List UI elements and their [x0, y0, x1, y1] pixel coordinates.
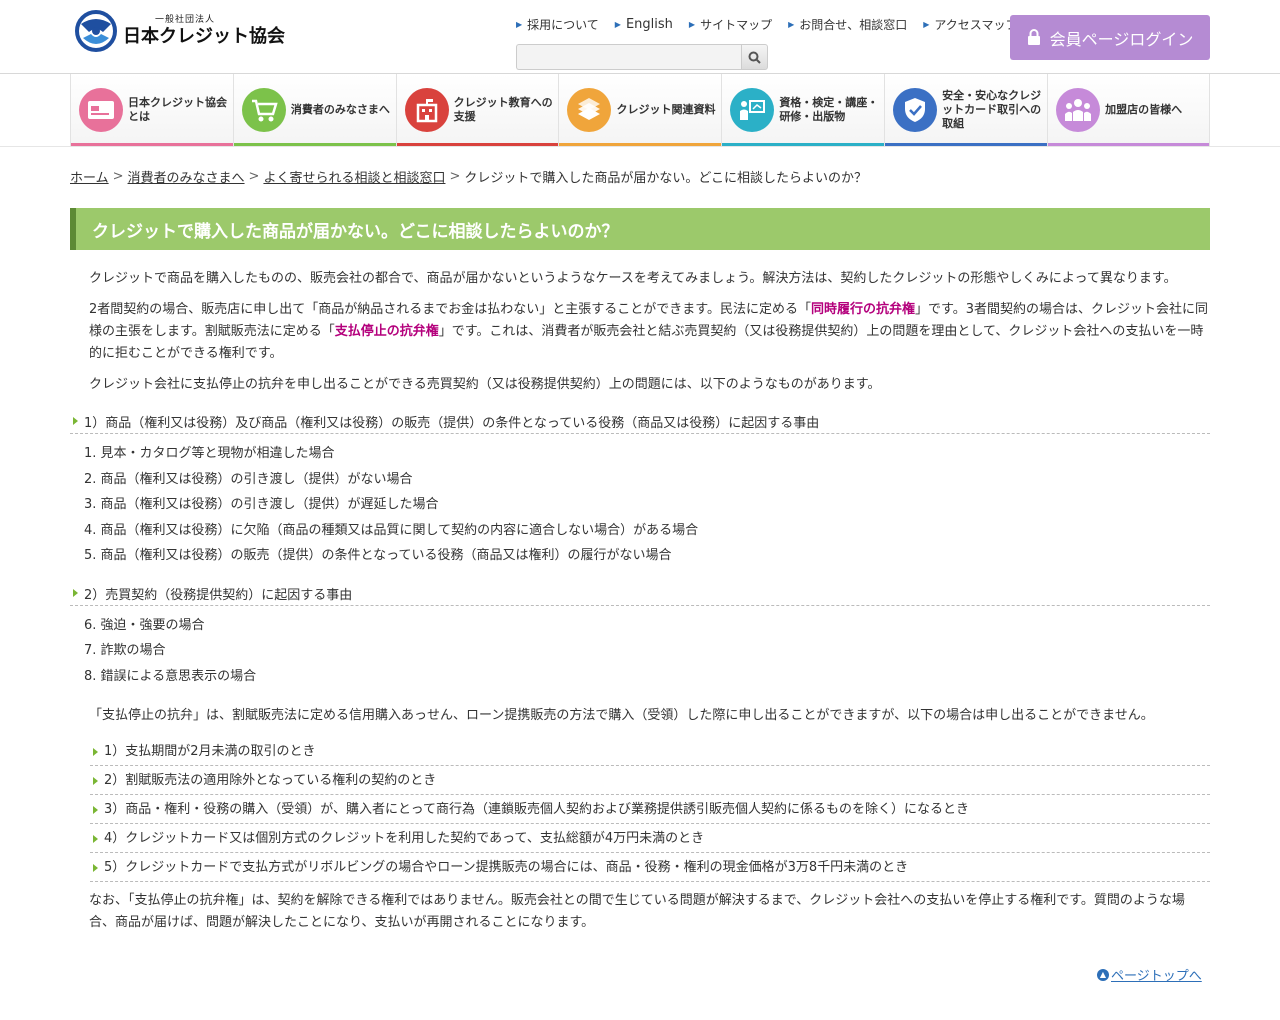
exception-list: 1）支払期間が2月未満の取引のとき 2）割賦販売法の適用除外となっている権利の契…	[70, 737, 1210, 882]
member-login-button[interactable]: 会員ページログイン	[1010, 15, 1210, 60]
highlight-payment-suspension: 支払停止の抗弁権	[334, 324, 439, 339]
highlight-simultaneous-performance: 同時履行の抗弁権	[810, 302, 915, 317]
nav-item-security[interactable]: 安全・安心なクレジットカード取引への取組	[884, 74, 1048, 146]
link-access[interactable]: ▶ アクセスマップ	[923, 16, 1017, 33]
triangle-right-icon: ▶	[788, 20, 795, 29]
link-contact[interactable]: ▶ お問合せ、相談窓口	[788, 16, 907, 33]
list-item: 2. 商品（権利又は役務）の引き渡し（提供）がない場合	[84, 471, 413, 487]
nav-item-education[interactable]: クレジット教育への支援	[395, 74, 559, 146]
logo-title: 日本クレジット協会	[123, 26, 285, 47]
chevron-right-icon: >	[449, 169, 461, 184]
nav-item-qualifications[interactable]: 資格・検定・講座・研修・出版物	[721, 74, 885, 146]
breadcrumb: ホーム > 消費者のみなさまへ > よく寄せられる相談と相談窓口 > クレジット…	[70, 167, 867, 186]
list-item: 7. 詐欺の場合	[84, 643, 166, 658]
reason-list: 6. 強迫・強要の場合 7. 詐欺の場合 8. 錯誤による意思表示の場合	[70, 613, 1210, 690]
triangle-right-icon: ▶	[614, 20, 621, 29]
reason-list: 1. 見本・カタログ等と現物が相違した場合 2. 商品（権利又は役務）の引き渡し…	[70, 441, 1210, 569]
books-icon	[567, 88, 612, 132]
link-english[interactable]: ▶ English	[615, 16, 673, 33]
list-item: 3）商品・権利・役務の購入（受領）が、購入者にとって商行為（連鎖販売個人契約およ…	[90, 795, 1210, 824]
logo-emblem-icon	[75, 10, 117, 52]
global-nav: 日本クレジット協会とは 消費者のみなさまへ クレジット教育への支援 クレジット関…	[70, 74, 1210, 146]
chevron-right-icon: >	[248, 169, 260, 184]
breadcrumb-consumers[interactable]: 消費者のみなさまへ	[128, 167, 245, 186]
breadcrumb-consultation[interactable]: よく寄せられる相談と相談窓口	[263, 167, 445, 186]
link-sitemap[interactable]: ▶ サイトマップ	[689, 16, 772, 33]
intro-paragraph: クレジットで商品を購入したものの、販売会社の都合で、商品が届かないというようなケ…	[89, 271, 1177, 286]
breadcrumb-home[interactable]: ホーム	[70, 167, 109, 186]
chevron-right-icon: >	[112, 169, 124, 184]
utility-links: ▶ 採用について ▶ English ▶ サイトマップ ▶ お問合せ、相談窓口 ▶ アクセ…	[516, 16, 1033, 33]
triangle-right-icon: ▶	[688, 20, 696, 29]
logo-subtitle: 一般社団法人	[155, 15, 216, 25]
exception-intro-paragraph: 「支払停止の抗弁」は、割賦販売法に定める信用購入あっせん、ローン提携販売の方法で…	[89, 708, 1154, 723]
nav-item-about[interactable]: 日本クレジット協会とは	[70, 74, 233, 146]
card-icon	[79, 88, 123, 132]
search-icon	[748, 51, 761, 64]
list-item: 5）クレジットカードで支払方式がリボルビングの場合やローン提携販売の場合には、商…	[90, 853, 1210, 882]
site-search	[516, 44, 768, 70]
nav-item-consumers[interactable]: 消費者のみなさまへ	[232, 74, 396, 146]
list-intro-paragraph: クレジット会社に支払停止の抗弁を申し出ることができる売買契約（又は役務提供契約）…	[89, 377, 881, 392]
link-recruit[interactable]: ▶ 採用について	[516, 16, 599, 33]
explanation-paragraph: 2者間契約の場合、販売店に申し出て「商品が納品されるまでお金は払わない」と主張す…	[89, 302, 1208, 361]
list-item: 4. 商品（権利又は役務）に欠陥（商品の種類又は品質に関して契約の内容に適合しな…	[84, 522, 699, 538]
list-item: 6. 強迫・強要の場合	[84, 617, 205, 633]
arrow-up-icon: ▲	[1097, 968, 1109, 981]
section-heading: 1）商品（権利又は役務）及び商品（権利又は役務）の販売（提供）の条件となっている…	[70, 412, 1210, 434]
site-logo[interactable]: 一般社団法人 日本クレジット協会	[73, 10, 285, 52]
breadcrumb-current: クレジットで購入した商品が届かない。どこに相談したらよいのか？	[464, 171, 867, 186]
shield-icon	[893, 88, 938, 132]
nav-divider	[0, 146, 1280, 147]
triangle-right-icon: ▶	[923, 20, 930, 29]
list-item: 1. 見本・カタログ等と現物が相違した場合	[84, 446, 335, 461]
section-heading: 2）売買契約（役務提供契約）に起因する事由	[70, 584, 1210, 606]
page-title: クレジットで購入した商品が届かない。どこに相談したらよいのか？	[70, 208, 1210, 250]
search-button[interactable]	[741, 44, 768, 70]
list-item: 3. 商品（権利又は役務）の引き渡し（提供）が遅延した場合	[84, 497, 439, 512]
page-top-link[interactable]: ▲ ページトップへ	[1097, 965, 1202, 984]
people-icon	[1056, 88, 1101, 132]
list-item: 1）支払期間が2月未満の取引のとき	[90, 737, 1210, 766]
list-item: 4）クレジットカード又は個別方式のクレジットを利用した契約であって、支払総額が4…	[90, 824, 1210, 853]
lock-icon	[1027, 29, 1040, 45]
nav-item-materials[interactable]: クレジット関連資料	[558, 74, 722, 146]
site-header: 一般社団法人 日本クレジット協会 ▶ 採用について ▶ English ▶ サイトマッ…	[0, 0, 1280, 74]
closing-paragraph: なお、「支払停止の抗弁権」は、契約を解除できる権利ではありません。販売会社との間…	[89, 893, 1185, 930]
school-icon	[404, 88, 449, 132]
list-item: 2）割賦販売法の適用除外となっている権利の契約のとき	[90, 766, 1210, 795]
search-input[interactable]	[516, 44, 741, 70]
nav-item-merchants[interactable]: 加盟店の皆様へ	[1047, 74, 1210, 146]
triangle-right-icon: ▶	[516, 20, 523, 29]
list-item: 5. 商品（権利又は役務）の販売（提供）の条件となっている役務（商品又は権利）の…	[84, 548, 672, 563]
presentation-icon	[730, 88, 775, 132]
main-content: クレジットで商品を購入したものの、販売会社の都合で、商品が届かないというようなケ…	[70, 268, 1210, 943]
list-item: 8. 錯誤による意思表示の場合	[84, 668, 257, 684]
cart-icon	[241, 88, 286, 132]
